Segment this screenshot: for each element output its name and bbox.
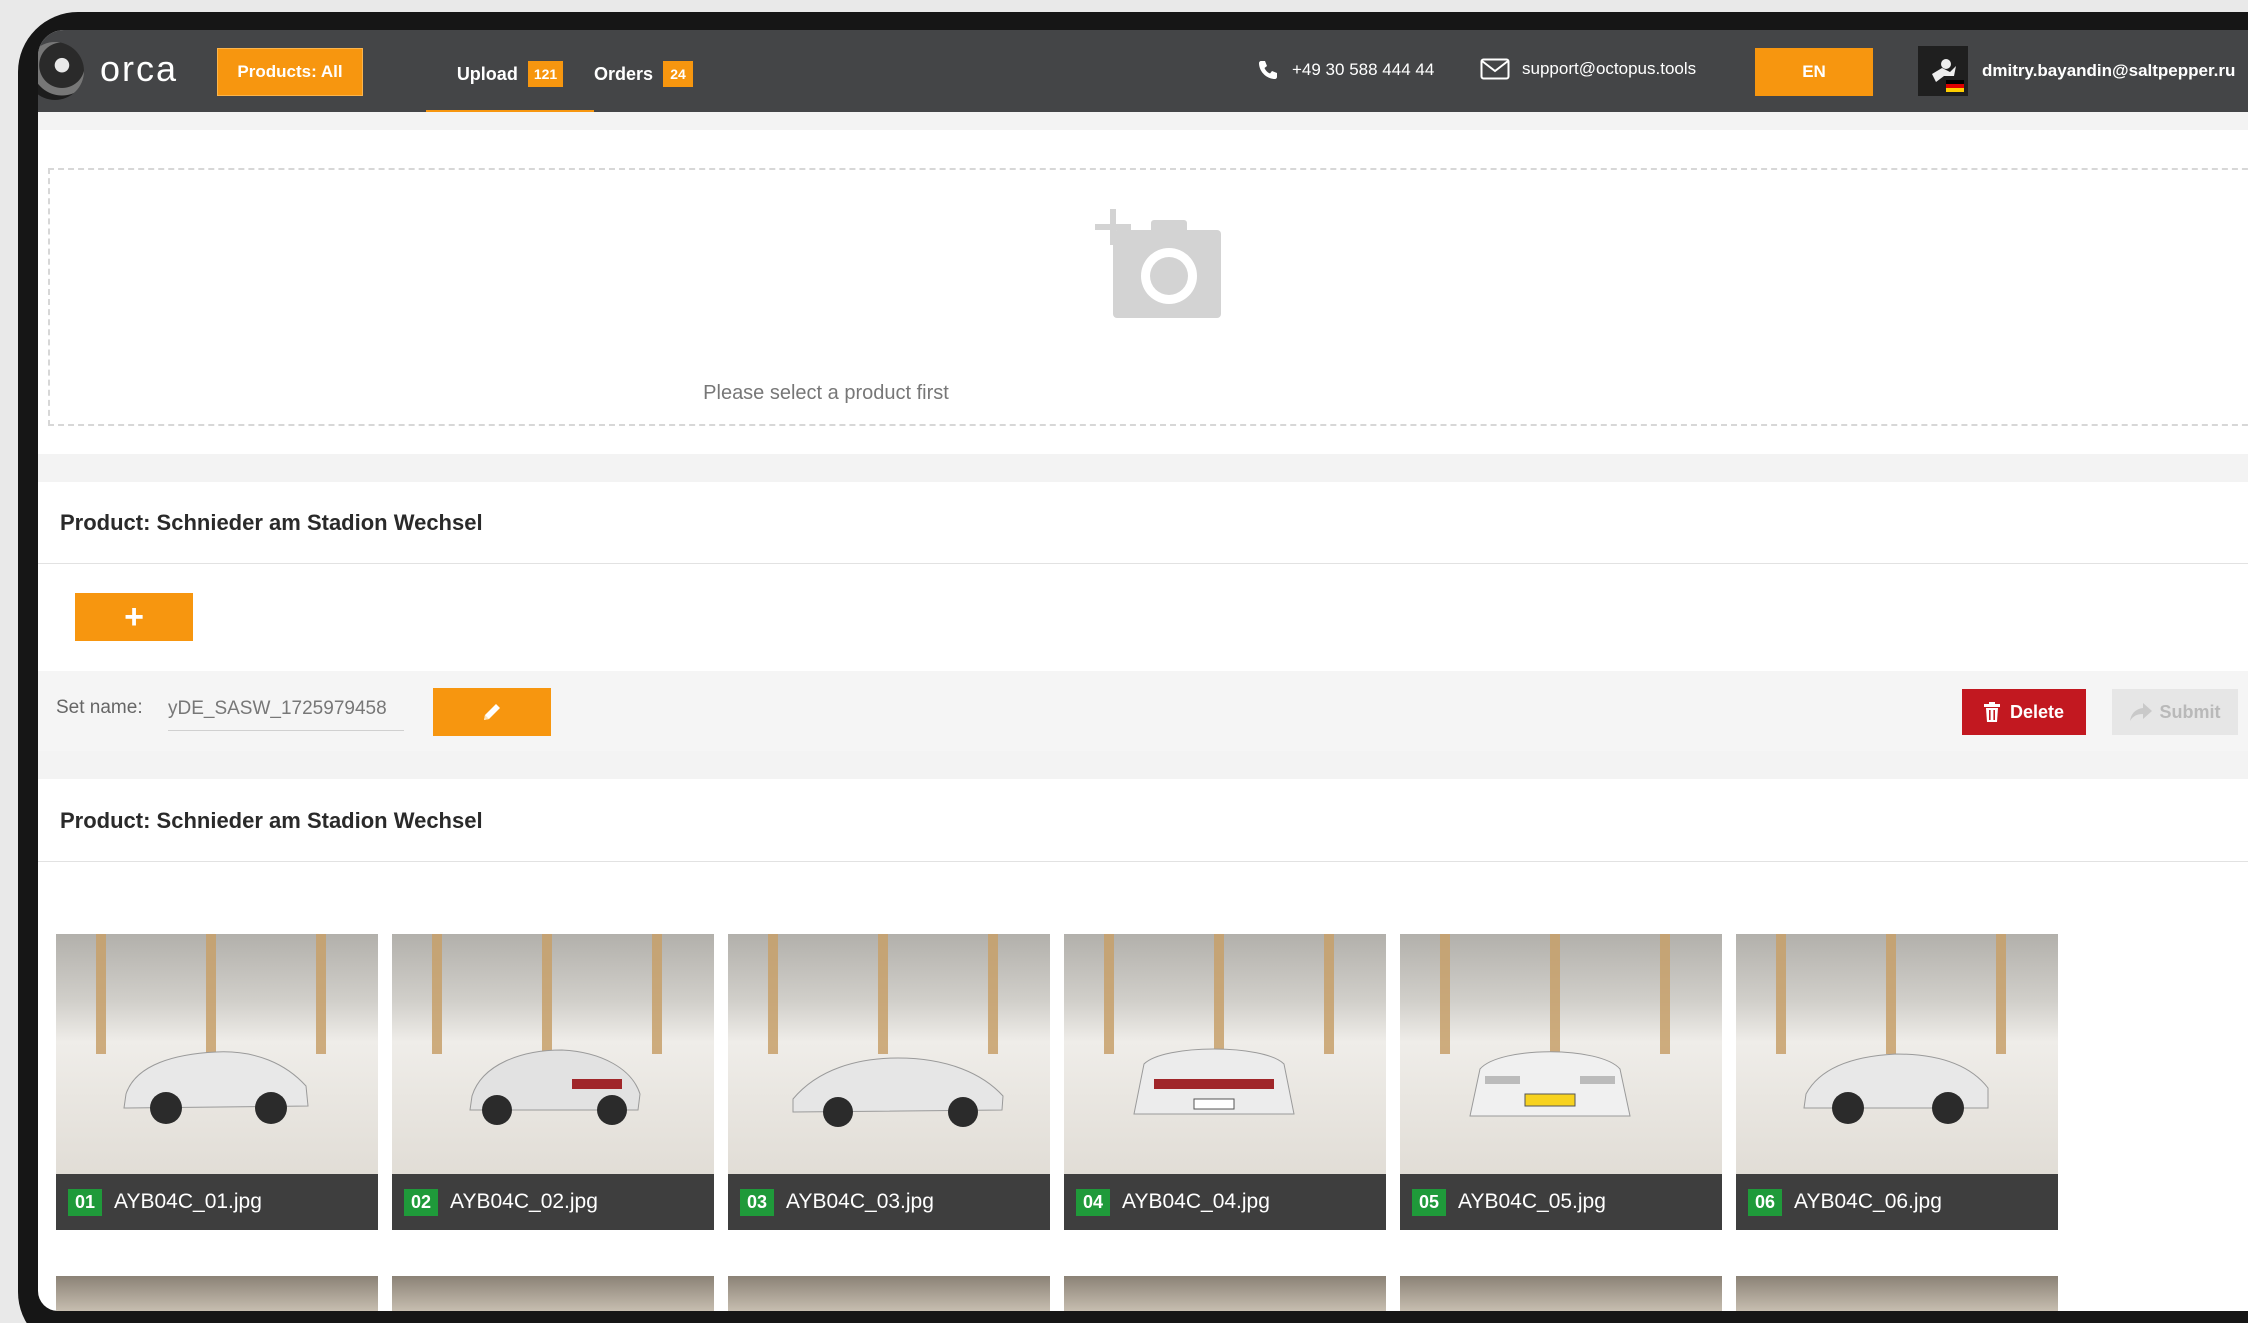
delete-label: Delete (2009, 701, 2065, 722)
image-filename: AYB04C_01.jpg (114, 1190, 262, 1213)
hall-beam (1324, 934, 1334, 1054)
car-icon (788, 1024, 1008, 1139)
german-flag-icon (1946, 80, 1964, 92)
image-filename: AYB04C_04.jpg (1122, 1190, 1270, 1213)
image-thumbnail[interactable]: 01 AYB04C_01.jpg (56, 934, 378, 1230)
image-number-badge: 06 (1748, 1188, 1783, 1216)
car-photo (1736, 934, 2058, 1174)
tab-orders-label: Orders (594, 63, 654, 84)
user-menu[interactable]: dmitry.bayandin@saltpepper.ru (1918, 44, 2235, 98)
car-icon (1796, 1024, 1996, 1139)
hall-beam (652, 934, 662, 1054)
mail-icon (1480, 58, 1510, 80)
set-name-row: Set name: Delete Submit (38, 671, 2248, 751)
car-photo (1400, 934, 1722, 1174)
phone-contact[interactable]: +49 30 588 444 44 (1256, 58, 1434, 82)
image-number-badge: 05 (1412, 1188, 1447, 1216)
image-filename: AYB04C_06.jpg (1794, 1190, 1942, 1213)
hall-beam (1776, 934, 1786, 1054)
car-photo (1064, 934, 1386, 1174)
upload-count-badge: 121 (527, 61, 564, 87)
section-divider (38, 454, 2248, 482)
image-thumbnail[interactable]: 03 AYB04C_03.jpg (728, 934, 1050, 1230)
user-email: dmitry.bayandin@saltpepper.ru (1982, 61, 2236, 80)
pencil-icon (484, 704, 500, 720)
product-title: Product: Schnieder am Stadion Wechsel (60, 510, 483, 535)
top-spacer (38, 112, 2248, 130)
set-name-input[interactable] (168, 687, 404, 731)
thumbnail-partial[interactable] (1736, 1276, 2058, 1311)
thumbnail-partial[interactable] (392, 1276, 714, 1311)
car-icon (116, 1024, 316, 1139)
car-photo (392, 934, 714, 1174)
section-divider (38, 751, 2248, 779)
top-bar: orca Products: All Upload 121 Orders 24 … (38, 30, 2248, 114)
products-filter-button[interactable]: Products: All (217, 48, 363, 96)
thumbnail-caption: 05 AYB04C_05.jpg (1400, 1174, 1722, 1230)
image-filename: AYB04C_05.jpg (1458, 1190, 1606, 1213)
orders-count-badge: 24 (663, 61, 694, 87)
thumbnail-partial[interactable] (1400, 1276, 1722, 1311)
thumbnail-partial[interactable] (1064, 1276, 1386, 1311)
car-icon (1460, 1024, 1640, 1139)
image-thumbnail[interactable]: 05 AYB04C_05.jpg (1400, 934, 1722, 1230)
thumbnail-caption: 03 AYB04C_03.jpg (728, 1174, 1050, 1230)
tab-orders[interactable]: Orders 24 (594, 52, 694, 96)
image-number-badge: 02 (404, 1188, 439, 1216)
phone-number: +49 30 588 444 44 (1292, 60, 1435, 79)
image-filename: AYB04C_03.jpg (786, 1190, 934, 1213)
hall-beam (316, 934, 326, 1054)
set-name-label: Set name: (56, 697, 143, 718)
hall-beam (432, 934, 442, 1054)
thumbnail-caption: 01 AYB04C_01.jpg (56, 1174, 378, 1230)
gallery-title: Product: Schnieder am Stadion Wechsel (60, 808, 483, 833)
hall-beam (1660, 934, 1670, 1054)
divider (38, 563, 2248, 564)
car-icon (452, 1024, 652, 1139)
tab-upload[interactable]: Upload 121 (426, 52, 594, 114)
language-button[interactable]: EN (1755, 48, 1873, 96)
image-number-badge: 01 (68, 1188, 103, 1216)
divider (38, 861, 2248, 862)
phone-icon (1259, 61, 1277, 79)
image-filename: AYB04C_02.jpg (450, 1190, 598, 1213)
add-photo-icon (1095, 209, 1221, 318)
avatar (1918, 46, 1968, 96)
image-thumbnail[interactable]: 04 AYB04C_04.jpg (1064, 934, 1386, 1230)
share-icon (2129, 703, 2152, 721)
app-screen: orca Products: All Upload 121 Orders 24 … (38, 30, 2248, 1311)
image-number-badge: 04 (1076, 1188, 1111, 1216)
hall-beam (1104, 934, 1114, 1054)
car-photo (56, 934, 378, 1174)
support-email: support@octopus.tools (1522, 59, 1697, 78)
add-set-button[interactable]: + (75, 593, 193, 641)
upload-dropzone[interactable]: Please select a product first (48, 168, 2248, 426)
submit-label: Submit (2159, 701, 2221, 722)
car-photo (728, 934, 1050, 1174)
hall-beam (1440, 934, 1450, 1054)
edit-set-name-button[interactable] (433, 688, 551, 736)
hall-beam (768, 934, 778, 1054)
image-thumbnail[interactable]: 06 AYB04C_06.jpg (1736, 934, 2058, 1230)
hall-beam (96, 934, 106, 1054)
thumbnail-caption: 06 AYB04C_06.jpg (1736, 1174, 2058, 1230)
thumbnail-caption: 04 AYB04C_04.jpg (1064, 1174, 1386, 1230)
submit-button[interactable]: Submit (2112, 689, 2238, 735)
car-icon (1124, 1024, 1304, 1139)
logo-text[interactable]: orca (100, 48, 178, 90)
dropzone-message: Please select a product first (703, 382, 949, 404)
thumbnail-caption: 02 AYB04C_02.jpg (392, 1174, 714, 1230)
email-contact[interactable]: support@octopus.tools (1480, 58, 1696, 80)
delete-button[interactable]: Delete (1962, 689, 2086, 735)
image-number-badge: 03 (740, 1188, 775, 1216)
thumbnail-partial[interactable] (56, 1276, 378, 1311)
image-thumbnail[interactable]: 02 AYB04C_02.jpg (392, 934, 714, 1230)
trash-icon (1983, 702, 2000, 722)
tab-upload-label: Upload (456, 63, 518, 84)
thumbnail-partial[interactable] (728, 1276, 1050, 1311)
hall-beam (1996, 934, 2006, 1054)
orca-logo-icon (38, 42, 84, 100)
